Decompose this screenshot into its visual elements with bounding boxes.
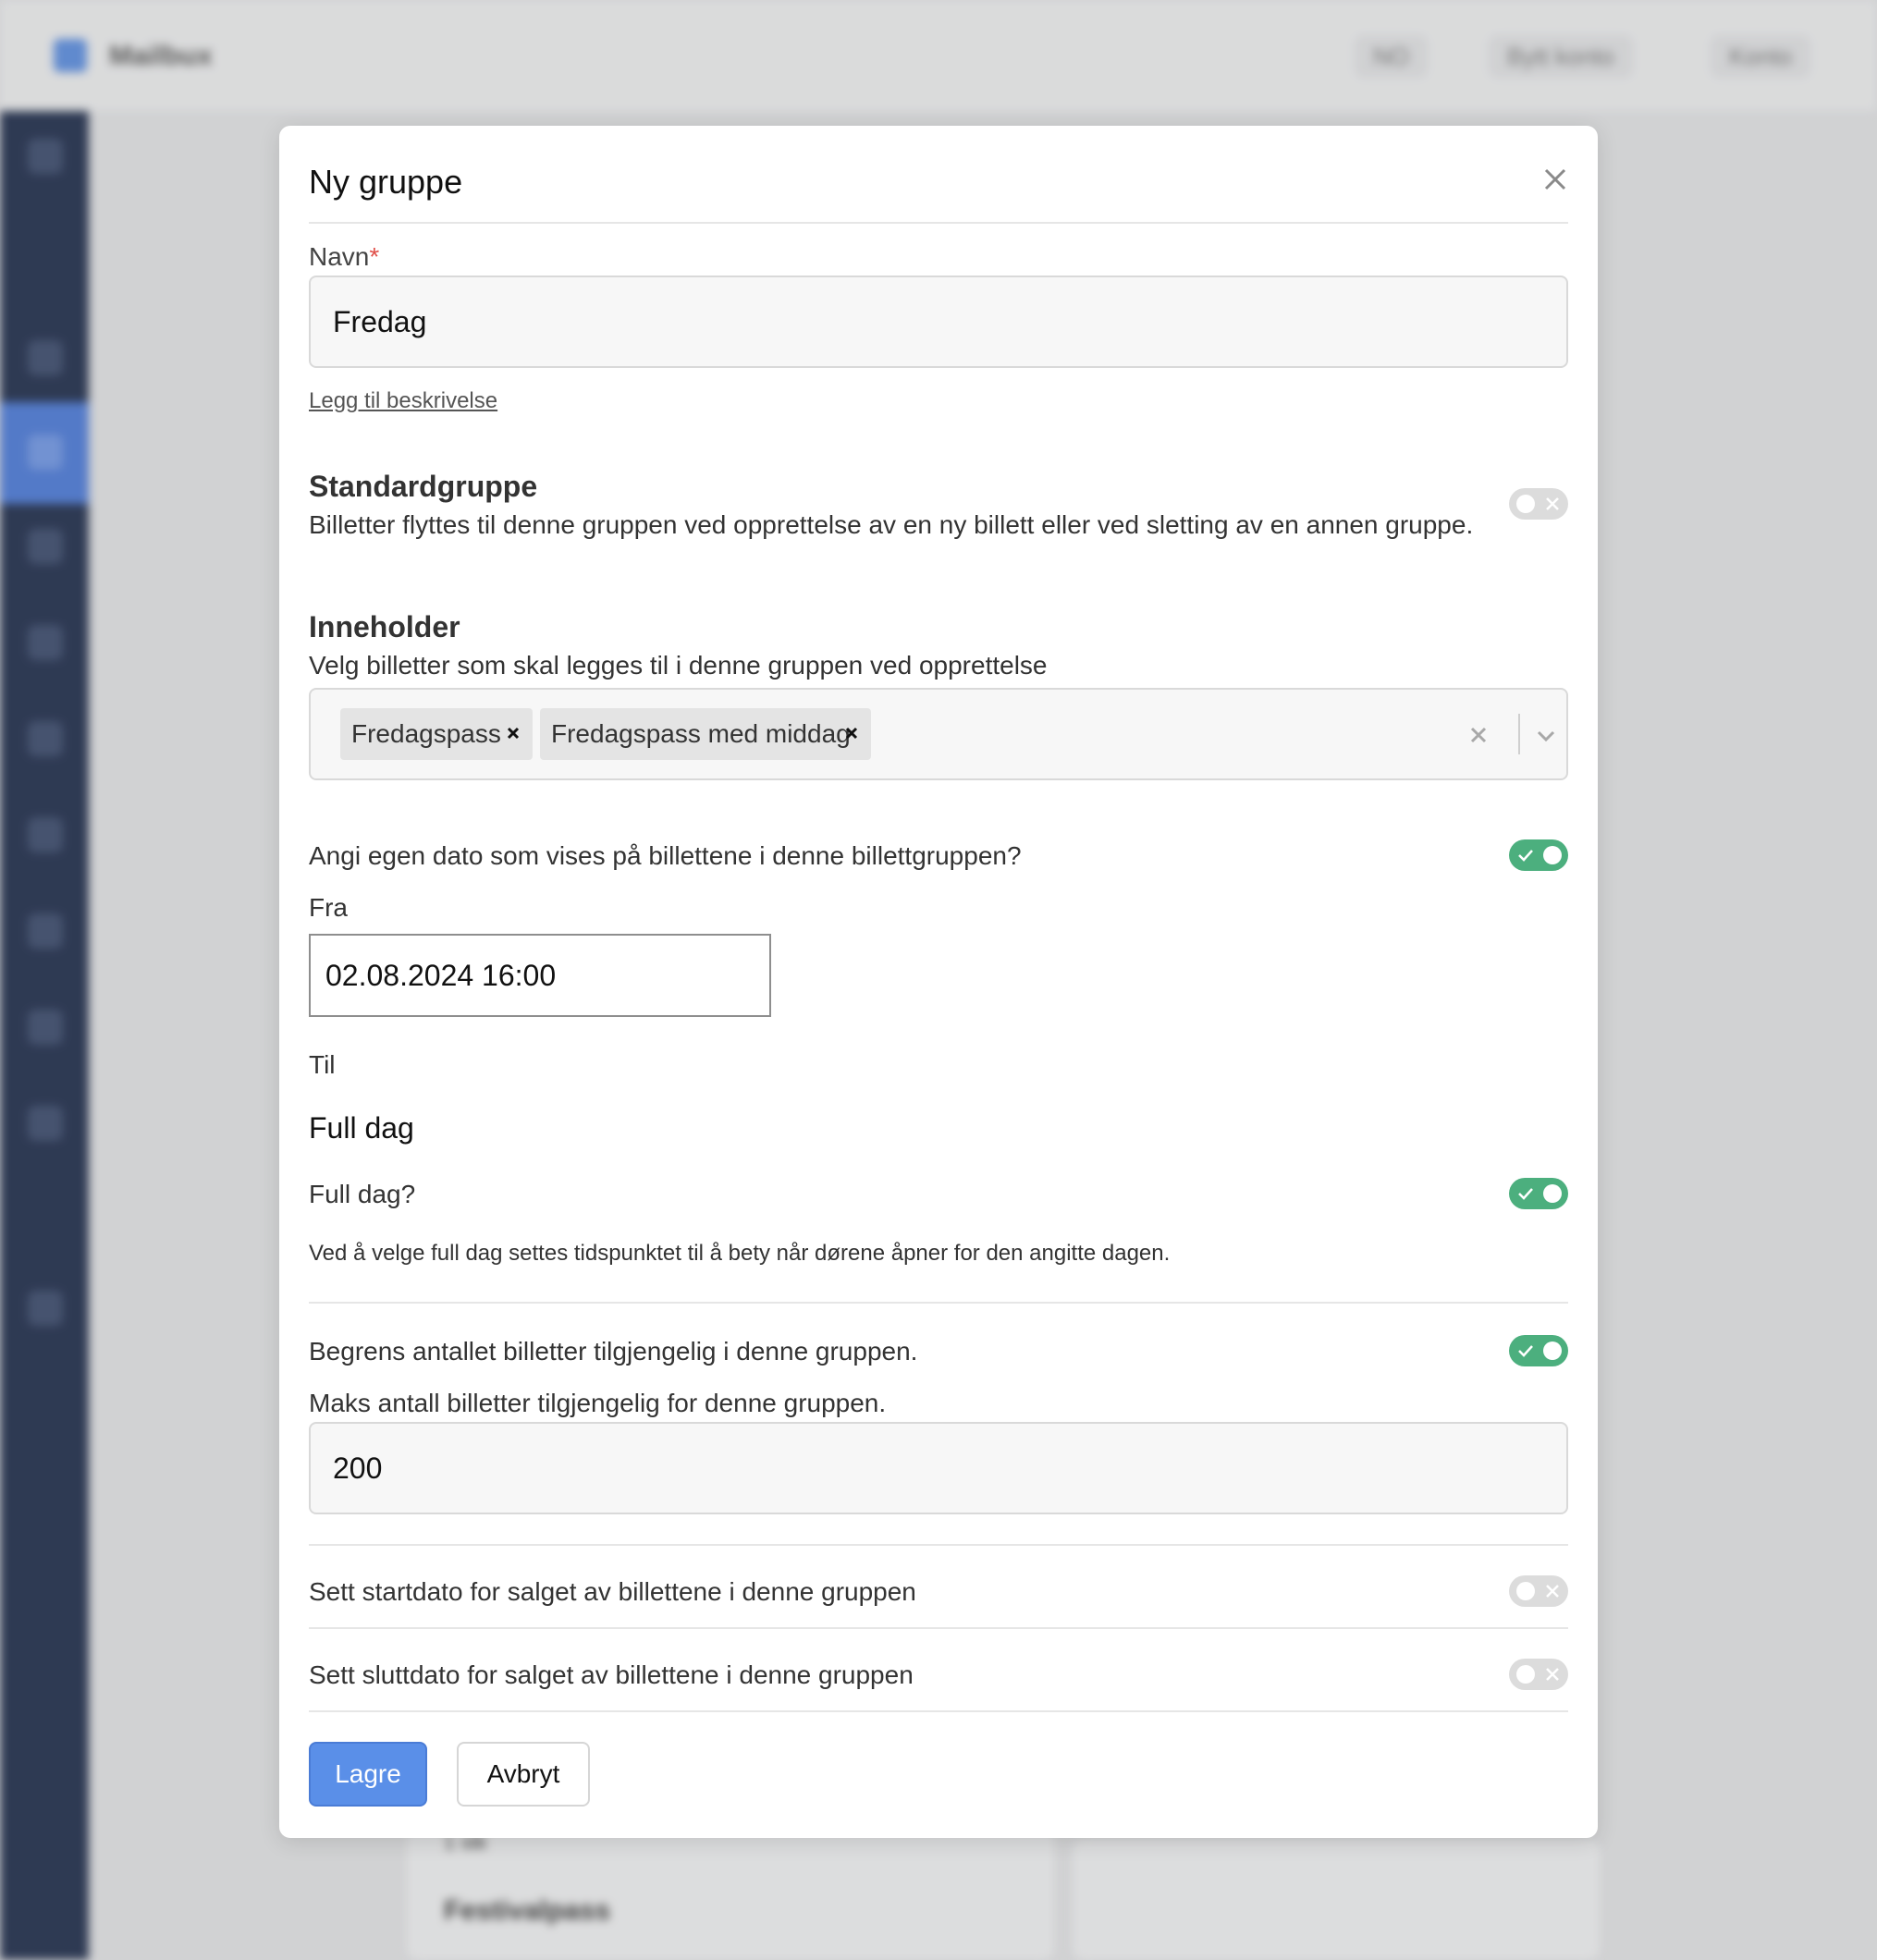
standard-group-description: Billetter flyttes til denne gruppen ved … [309,510,1474,539]
save-button[interactable]: Lagre [309,1742,427,1807]
sale-end-toggle[interactable] [1509,1659,1568,1690]
contains-heading: Inneholder [309,610,460,643]
toggle-knob [1516,1665,1535,1684]
sale-start-toggle[interactable] [1509,1575,1568,1607]
from-label: Fra [309,893,348,922]
multiselect-separator [1518,714,1520,754]
from-date-input[interactable]: 02.08.2024 16:00 [309,934,771,1017]
modal-title: Ny gruppe [309,163,463,201]
check-icon [1518,850,1533,862]
limit-question: Begrens antallet billetter tilgjengelig … [309,1337,918,1366]
x-icon [1546,497,1559,510]
toggle-knob [1543,1341,1562,1360]
chip-fredagspass-med-middag: Fredagspass med middag [540,708,871,760]
name-label: Navn* [309,242,380,271]
check-icon [1518,1188,1533,1200]
section-divider [309,1544,1568,1546]
toggle-knob [1543,846,1562,864]
new-group-modal: Ny gruppe Navn* Fredag Legg til beskrive… [279,126,1598,1838]
standard-group-toggle[interactable] [1509,488,1568,520]
full-day-note: Ved å velge full dag settes tidspunktet … [309,1241,1171,1266]
toggle-knob [1543,1184,1562,1203]
limit-toggle[interactable] [1509,1335,1568,1366]
ticket-multiselect[interactable]: Fredagspass Fredagspass med middag [309,688,1568,780]
close-button[interactable] [1537,161,1574,198]
close-icon [1544,168,1566,190]
max-tickets-label: Maks antall billetter tilgjengelig for d… [309,1389,887,1417]
chip-fredagspass: Fredagspass [340,708,533,760]
contains-description: Velg billetter som skal legges til i den… [309,651,1048,680]
max-tickets-input[interactable]: 200 [309,1422,1568,1514]
section-divider [309,1710,1568,1712]
add-description-link[interactable]: Legg til beskrivelse [309,388,497,414]
header-divider [309,222,1568,224]
full-day-heading: Full dag [309,1111,414,1145]
standard-group-heading: Standardgruppe [309,470,538,503]
check-icon [1518,1345,1533,1357]
clear-icon[interactable] [1463,719,1494,751]
chevron-down-icon[interactable] [1527,717,1564,754]
custom-date-toggle[interactable] [1509,839,1568,871]
chip-label: Fredagspass [351,719,501,748]
chip-remove-icon[interactable] [838,719,865,747]
cancel-button[interactable]: Avbryt [457,1742,590,1807]
full-day-question: Full dag? [309,1180,416,1208]
required-mark: * [369,242,380,271]
section-divider [309,1302,1568,1304]
custom-date-question: Angi egen dato som vises på billettene i… [309,841,1022,870]
chip-label: Fredagspass med middag [551,719,851,748]
toggle-knob [1516,495,1535,513]
to-label: Til [309,1050,336,1079]
x-icon [1546,1668,1559,1681]
name-input[interactable]: Fredag [309,276,1568,368]
sale-end-label: Sett sluttdato for salget av billettene … [309,1660,914,1689]
x-icon [1546,1585,1559,1598]
toggle-knob [1516,1582,1535,1600]
full-day-toggle[interactable] [1509,1178,1568,1209]
section-divider [309,1627,1568,1629]
chip-remove-icon[interactable] [499,719,527,747]
sale-start-label: Sett startdato for salget av billettene … [309,1577,916,1606]
